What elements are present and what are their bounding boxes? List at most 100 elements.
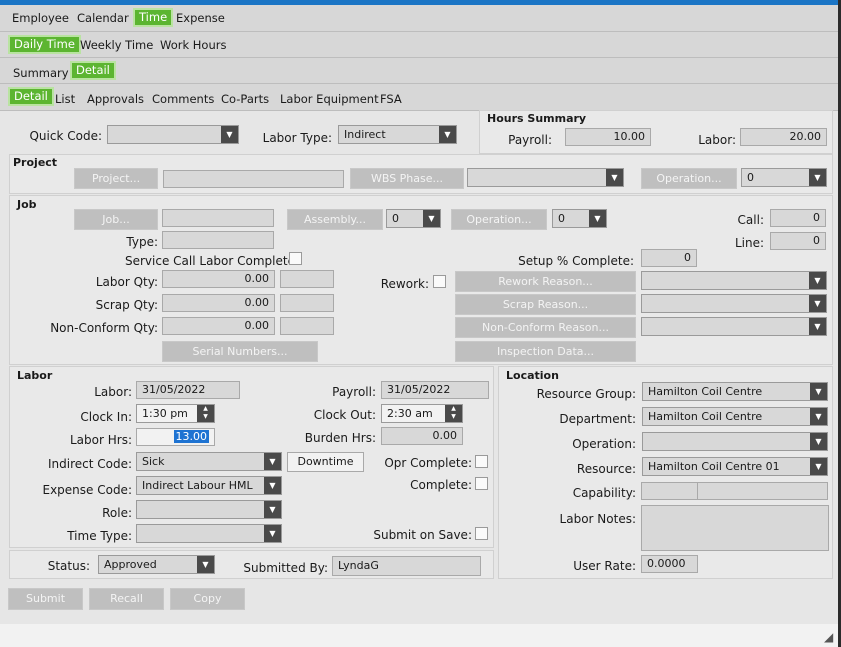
nonconform-qty-field[interactable]: 0.00	[162, 317, 275, 335]
resource-dropdown[interactable]: Hamilton Coil Centre 01 ▼	[642, 457, 828, 476]
tab-co-parts[interactable]: Co-Parts	[217, 90, 273, 109]
labor-type-dropdown[interactable]: Indirect ▼	[338, 125, 457, 144]
submit-button[interactable]: Submit	[8, 588, 83, 610]
tab-daily-time[interactable]: Daily Time	[8, 35, 81, 54]
rework-checkbox[interactable]	[433, 275, 446, 288]
capability-desc-field	[697, 482, 828, 500]
service-call-checkbox[interactable]	[289, 252, 302, 265]
assembly-dropdown[interactable]: 0 ▼	[386, 209, 441, 228]
scrap-qty-uom	[280, 294, 334, 312]
setup-complete-field[interactable]: 0	[641, 249, 697, 267]
rework-reason-button[interactable]: Rework Reason...	[455, 271, 636, 292]
job-operation-dropdown[interactable]: 0 ▼	[552, 209, 607, 228]
chevron-down-icon: ▼	[423, 210, 440, 227]
clock-in-value: 1:30 pm	[142, 407, 188, 420]
wbs-phase-dropdown[interactable]: ▼	[467, 168, 624, 187]
tab-list[interactable]: List	[51, 90, 79, 109]
department-dropdown[interactable]: Hamilton Coil Centre ▼	[642, 407, 828, 426]
status-label: Status:	[47, 559, 90, 573]
resource-group-value: Hamilton Coil Centre	[648, 385, 763, 398]
wbs-phase-button[interactable]: WBS Phase...	[350, 168, 464, 189]
clock-in-spinner[interactable]: 1:30 pm ▲ ▼	[136, 404, 215, 423]
chevron-down-icon: ▼	[809, 272, 826, 289]
scrap-reason-dropdown[interactable]: ▼	[641, 294, 827, 313]
tab-work-hours[interactable]: Work Hours	[156, 36, 230, 55]
expense-code-dropdown[interactable]: Indirect Labour HML ▼	[136, 476, 282, 495]
resize-grip-icon[interactable]: ◢	[824, 630, 838, 644]
scrap-qty-field[interactable]: 0.00	[162, 294, 275, 312]
labor-date-field[interactable]: 31/05/2022	[136, 381, 240, 399]
tab-labor-equipment[interactable]: Labor Equipment	[276, 90, 383, 109]
role-label: Role:	[102, 506, 132, 520]
labor-qty-uom	[280, 270, 334, 288]
tab-time[interactable]: Time	[133, 8, 174, 27]
spinner-arrows-icon[interactable]: ▲ ▼	[197, 405, 214, 422]
resource-label: Resource:	[576, 462, 636, 476]
tab-approvals[interactable]: Approvals	[83, 90, 148, 109]
labor-qty-label: Labor Qty:	[95, 275, 158, 289]
labor-qty-field[interactable]: 0.00	[162, 270, 275, 288]
time-type-dropdown[interactable]: ▼	[136, 524, 282, 543]
tab-comments[interactable]: Comments	[148, 90, 218, 109]
complete-checkbox[interactable]	[475, 477, 488, 490]
tab-detail-sub[interactable]: Detail	[8, 87, 54, 106]
copy-button[interactable]: Copy	[170, 588, 245, 610]
status-dropdown[interactable]: Approved ▼	[98, 555, 215, 574]
job-operation-button[interactable]: Operation...	[451, 209, 547, 230]
tab-calendar[interactable]: Calendar	[73, 9, 133, 28]
inspection-data-button[interactable]: Inspection Data...	[455, 341, 636, 362]
line-field: 0	[770, 232, 826, 250]
labor-type-label: Labor Type:	[262, 131, 332, 145]
user-rate-field: 0.0000	[641, 555, 698, 573]
summary-payroll-field: 10.00	[565, 128, 651, 146]
project-operation-dropdown[interactable]: 0 ▼	[741, 168, 827, 187]
chevron-down-icon: ▼	[810, 383, 827, 400]
indirect-code-dropdown[interactable]: Sick ▼	[136, 452, 282, 471]
tab-employee[interactable]: Employee	[8, 9, 73, 28]
spinner-arrows-icon[interactable]: ▲ ▼	[445, 405, 462, 422]
recall-button[interactable]: Recall	[89, 588, 164, 610]
project-field[interactable]	[163, 170, 344, 188]
summary-labor-field: 20.00	[740, 128, 827, 146]
serial-numbers-button[interactable]: Serial Numbers...	[162, 341, 318, 362]
project-title: Project	[13, 156, 58, 169]
expense-code-label: Expense Code:	[42, 483, 132, 497]
location-operation-dropdown[interactable]: ▼	[642, 432, 828, 451]
tab-expense[interactable]: Expense	[172, 9, 229, 28]
job-operation-value: 0	[558, 212, 565, 225]
chevron-down-icon: ▼	[221, 126, 238, 143]
project-button[interactable]: Project...	[74, 168, 158, 189]
job-field[interactable]	[162, 209, 274, 227]
labor-notes-field[interactable]	[641, 505, 829, 551]
setup-complete-label: Setup % Complete:	[518, 254, 634, 268]
hours-summary-panel: Hours Summary Payroll: 10.00 Labor: 20.0…	[479, 110, 833, 154]
labor-hrs-field[interactable]: 13.00	[136, 428, 215, 446]
nonconform-reason-button[interactable]: Non-Conform Reason...	[455, 317, 636, 338]
chevron-down-icon: ▼	[264, 477, 281, 494]
downtime-button[interactable]: Downtime	[287, 452, 364, 472]
opr-complete-checkbox[interactable]	[475, 455, 488, 468]
quick-code-dropdown[interactable]: ▼	[107, 125, 239, 144]
job-button[interactable]: Job...	[74, 209, 158, 230]
scrap-reason-button[interactable]: Scrap Reason...	[455, 294, 636, 315]
tab-detail[interactable]: Detail	[70, 61, 116, 80]
resource-group-label: Resource Group:	[536, 387, 636, 401]
resource-value: Hamilton Coil Centre 01	[648, 460, 780, 473]
clock-out-spinner[interactable]: 2:30 am ▲ ▼	[381, 404, 463, 423]
submit-on-save-checkbox[interactable]	[475, 527, 488, 540]
project-operation-button[interactable]: Operation...	[641, 168, 737, 189]
line-label: Line:	[734, 236, 764, 250]
tab-fsa[interactable]: FSA	[376, 90, 406, 109]
tab-weekly-time[interactable]: Weekly Time	[76, 36, 157, 55]
nonconform-qty-label: Non-Conform Qty:	[50, 321, 158, 335]
capability-code-field[interactable]	[641, 482, 698, 500]
assembly-button[interactable]: Assembly...	[287, 209, 383, 230]
payroll-date-field[interactable]: 31/05/2022	[381, 381, 489, 399]
burden-hrs-field[interactable]: 0.00	[381, 427, 463, 445]
tab-summary[interactable]: Summary	[9, 64, 73, 83]
nonconform-reason-dropdown[interactable]: ▼	[641, 317, 827, 336]
role-dropdown[interactable]: ▼	[136, 500, 282, 519]
submitted-by-label: Submitted By:	[243, 561, 328, 575]
rework-reason-dropdown[interactable]: ▼	[641, 271, 827, 290]
resource-group-dropdown[interactable]: Hamilton Coil Centre ▼	[642, 382, 828, 401]
